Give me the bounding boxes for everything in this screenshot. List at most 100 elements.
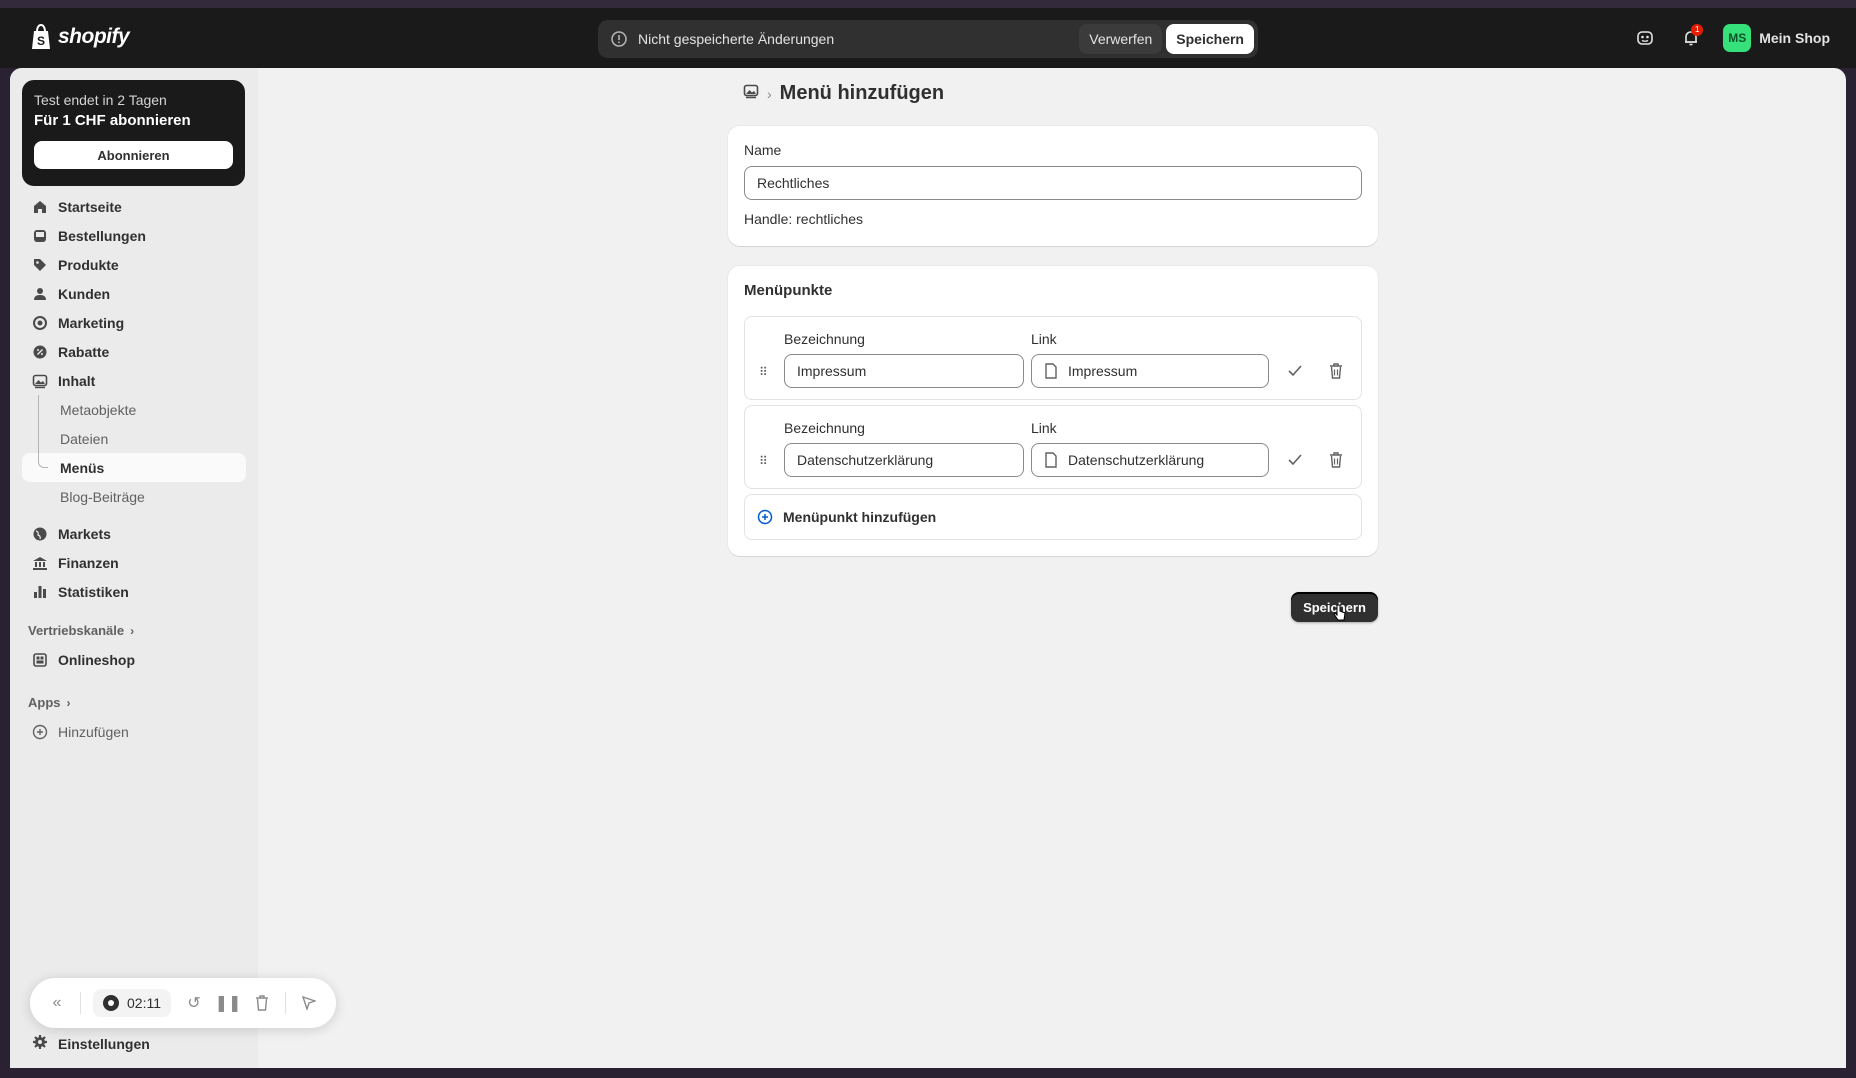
sidekick-button[interactable]: [1631, 24, 1659, 52]
menu-item-row: ⠿ Bezeichnung Link Datenschutzerklärung …: [744, 405, 1362, 489]
sidebar-item-produkte[interactable]: Produkte: [22, 250, 246, 279]
discard-button[interactable]: Verwerfen: [1079, 24, 1163, 54]
content-breadcrumb-button[interactable]: [743, 83, 759, 104]
section-label: Apps: [28, 695, 61, 710]
sidebar-item-blog-beitraege[interactable]: Blog-Beiträge: [22, 482, 246, 511]
sidebar-item-menus[interactable]: Menüs: [22, 453, 246, 482]
menu-item-link-input[interactable]: Datenschutzerklärung: [1031, 443, 1269, 477]
sidebar-item-onlineshop[interactable]: Onlineshop: [22, 645, 246, 674]
sidebar-item-label: Finanzen: [58, 554, 119, 571]
page-title: Menü hinzufügen: [779, 82, 945, 104]
trash-icon[interactable]: [1326, 450, 1346, 470]
sidebar-item-label: Produkte: [58, 256, 119, 273]
menu-item-name-value: Impressum: [797, 363, 867, 379]
sidekick-icon: [1637, 31, 1654, 45]
shopify-logo[interactable]: S shopify: [30, 24, 130, 50]
tree-line: [38, 395, 39, 424]
menu-item-name-value: Datenschutzerklärung: [797, 452, 934, 468]
checkmark-icon[interactable]: [1285, 361, 1305, 381]
stop-recording-icon: [103, 995, 119, 1011]
gear-icon: [32, 1034, 48, 1053]
tree-elbow: [38, 453, 48, 468]
image-icon: [32, 373, 48, 389]
sidebar-item-markets[interactable]: Markets: [22, 519, 246, 548]
sidebar-subitem-label: Blog-Beiträge: [60, 488, 145, 505]
sidebar-item-label: Statistiken: [58, 583, 129, 600]
save-button-top[interactable]: Speichern: [1166, 24, 1254, 54]
menu-items-card: Menüpunkte ⠿ Bezeichnung Link Impressum …: [728, 266, 1378, 556]
drag-handle-icon[interactable]: ⠿: [759, 365, 769, 379]
sidebar-subitem-label: Metaobjekte: [60, 401, 137, 418]
sidebar-item-bestellungen[interactable]: Bestellungen: [22, 221, 246, 250]
menu-item-link-input[interactable]: Impressum: [1031, 354, 1269, 388]
chevron-right-icon: ›: [767, 85, 772, 102]
trial-ends-text: Test endet in 2 Tagen: [34, 92, 167, 108]
sidebar-item-marketing[interactable]: Marketing: [22, 308, 246, 337]
sidebar-item-label: Marketing: [58, 314, 125, 331]
collapse-icon[interactable]: «: [46, 992, 68, 1014]
sidebar-item-label: Markets: [58, 525, 111, 542]
sidebar-item-dateien[interactable]: Dateien: [22, 424, 246, 453]
sidebar-item-metaobjekte[interactable]: Metaobjekte: [22, 395, 246, 424]
sidebar-section-apps[interactable]: Apps ›: [22, 688, 246, 717]
target-icon: [32, 315, 48, 331]
settings-label: Einstellungen: [58, 1035, 150, 1052]
sidebar-nav: Startseite Bestellungen Produkte Kunden: [22, 192, 246, 746]
divider: [80, 992, 81, 1014]
trial-banner: Test endet in 2 Tagen Für 1 CHF abonnier…: [22, 80, 245, 186]
main-content: › Menü hinzufügen Name Rechtliches Handl…: [258, 68, 1846, 1068]
tree-line: [38, 424, 39, 453]
name-label: Name: [744, 142, 782, 158]
plus-circle-icon: [32, 724, 48, 740]
top-right-actions: 1 MS Mein Shop: [1631, 24, 1830, 52]
breadcrumb: › Menü hinzufügen: [743, 82, 944, 105]
sidebar-item-statistiken[interactable]: Statistiken: [22, 577, 246, 606]
pause-icon[interactable]: ❚❚: [215, 992, 242, 1014]
sidebar-item-kunden[interactable]: Kunden: [22, 279, 246, 308]
inbox-icon: [32, 228, 48, 244]
subscribe-button[interactable]: Abonnieren: [34, 141, 233, 169]
sidebar-item-label: Bestellungen: [58, 227, 146, 244]
sidebar-item-finanzen[interactable]: Finanzen: [22, 548, 246, 577]
sidebar-section-vertriebskanaele[interactable]: Vertriebskanäle ›: [22, 616, 246, 645]
store-menu[interactable]: MS Mein Shop: [1723, 24, 1830, 52]
chevron-right-icon: ›: [66, 695, 71, 710]
drag-handle-icon[interactable]: ⠿: [759, 454, 769, 468]
globe-icon: [32, 526, 48, 542]
link-label: Link: [1031, 331, 1057, 347]
trash-icon[interactable]: [1326, 361, 1346, 381]
menu-item-name-input[interactable]: Impressum: [784, 354, 1024, 388]
store-name: Mein Shop: [1759, 30, 1830, 46]
pointer-icon[interactable]: [298, 992, 320, 1014]
sidebar-item-label: Kunden: [58, 285, 111, 302]
menu-item-name-input[interactable]: Datenschutzerklärung: [784, 443, 1024, 477]
sidebar-subitem-label: Menüs: [60, 459, 105, 476]
add-menu-item-button[interactable]: Menüpunkt hinzufügen: [744, 494, 1362, 540]
menu-item-link-value: Impressum: [1068, 363, 1138, 379]
trash-icon[interactable]: [251, 992, 273, 1014]
sidebar-item-label: Startseite: [58, 198, 122, 215]
discount-icon: [32, 344, 48, 360]
person-icon: [32, 286, 48, 302]
restart-icon[interactable]: ↺: [183, 992, 205, 1014]
alert-circle-icon: [611, 31, 627, 47]
store-icon: [32, 652, 48, 668]
sidebar-item-inhalt[interactable]: Inhalt: [22, 366, 246, 395]
sidebar-item-startseite[interactable]: Startseite: [22, 192, 246, 221]
checkmark-icon[interactable]: [1285, 450, 1305, 470]
home-icon: [32, 199, 48, 215]
sidebar-item-label: Onlineshop: [58, 651, 135, 668]
sidebar-item-rabatte[interactable]: Rabatte: [22, 337, 246, 366]
recording-time: 02:11: [127, 995, 161, 1011]
notification-badge: 1: [1691, 24, 1704, 36]
name-input[interactable]: Rechtliches: [744, 166, 1362, 200]
name-card: Name Rechtliches Handle: rechtliches: [728, 126, 1378, 246]
sidebar-item-label: Rabatte: [58, 343, 110, 360]
sidebar-item-add-app[interactable]: Hinzufügen: [22, 717, 246, 746]
sidebar-item-label: Inhalt: [58, 372, 96, 389]
link-label: Link: [1031, 420, 1057, 436]
screen-recorder-controls: « 02:11 ↺ ❚❚: [30, 978, 336, 1028]
notifications-button[interactable]: 1: [1677, 24, 1705, 52]
recording-status[interactable]: 02:11: [93, 989, 171, 1017]
sidebar-item-settings[interactable]: Einstellungen: [22, 1029, 246, 1058]
